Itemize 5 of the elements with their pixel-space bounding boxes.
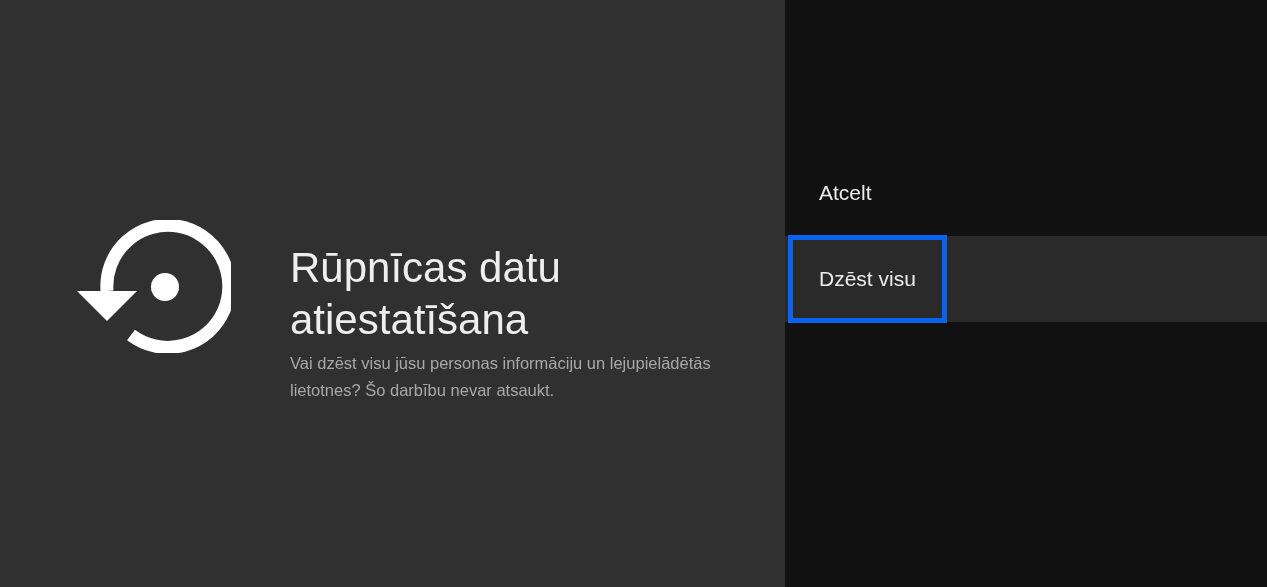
action-item[interactable]: Dzēst visu xyxy=(785,236,1267,322)
restore-icon xyxy=(77,220,231,353)
dialog-title: Rūpnīcas datu atiestatīšana xyxy=(290,243,562,345)
action-item[interactable]: Atcelt xyxy=(785,150,1267,236)
dialog-description: Vai dzēst visu jūsu personas informāciju un lejupielādētās lietotnes? Šo darbību nevar atsaukt. xyxy=(290,353,712,401)
